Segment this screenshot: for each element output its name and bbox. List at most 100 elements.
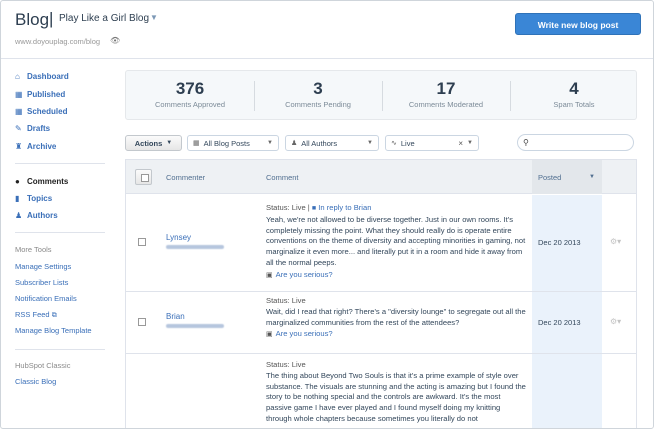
comment-status-line: Status: Live | ■ In reply to Brian (266, 203, 528, 215)
comments-table: Commenter Comment Posted ▼ Lynsey Status… (125, 159, 637, 428)
title-separator: | (49, 9, 54, 28)
comment-post-line: ▣ Are you serious? (266, 270, 528, 282)
sidebar-item-label: Comments (27, 176, 69, 186)
row-divider (126, 291, 636, 292)
clear-icon[interactable]: × (458, 139, 463, 148)
commenter-email-blurred (166, 245, 224, 249)
search-input[interactable] (532, 139, 623, 146)
comment-stats-panel: 376 Comments Approved 3 Comments Pending… (125, 70, 637, 120)
row-checkbox[interactable] (138, 318, 146, 326)
chevron-down-icon: ▼ (467, 140, 473, 146)
chevron-down-icon: ▼ (166, 140, 173, 146)
sidebar-item-label: Published (27, 89, 66, 99)
external-link-icon: ⧉ (51, 312, 57, 319)
hubspot-classic-heading: HubSpot Classic (15, 361, 71, 370)
write-new-post-button[interactable]: Write new blog post (515, 13, 641, 35)
status-filter[interactable]: ∿ Live × ▼ (385, 135, 479, 151)
sidebar-item-drafts[interactable]: ✎ Drafts (15, 121, 50, 135)
comment-body: Status: Live | ■ In reply to Brian Yeah,… (266, 203, 528, 282)
sidebar-item-label: Dashboard (27, 71, 69, 81)
sidebar-item-comments[interactable]: ● Comments (15, 174, 68, 188)
comment-body: Status: Live Wait, did I read that right… (266, 296, 528, 341)
sort-down-icon[interactable]: ▼ (589, 174, 595, 180)
stat-moderated: 17 Comments Moderated (382, 71, 510, 121)
home-icon: ⌂ (15, 71, 20, 81)
post-link[interactable]: Are you serious? (276, 270, 333, 279)
classic-blog-link[interactable]: Classic Blog (15, 377, 56, 386)
comment-text: The thing about Beyond Two Souls is that… (266, 370, 526, 423)
stat-value: 3 (313, 79, 323, 98)
comment-icon: ■ (311, 205, 317, 212)
sidebar-item-published[interactable]: ▦ Published (15, 87, 65, 101)
search-box[interactable]: ⚲ (517, 134, 634, 151)
stat-label: Comments Pending (285, 100, 351, 109)
gear-icon[interactable]: ⚙▾ (610, 317, 621, 326)
comment-body: Status: Live The thing about Beyond Two … (266, 360, 528, 425)
blog-url[interactable]: www.doyouplag.com/blog (15, 37, 100, 46)
in-reply-to-link[interactable]: In reply to Brian (318, 203, 371, 212)
preview-eye-icon[interactable]: 👁 (110, 36, 120, 45)
row-checkbox[interactable] (138, 238, 146, 246)
chevron-down-icon: ▼ (267, 140, 273, 146)
posted-date: Dec 20 2013 (538, 318, 581, 327)
sidebar-item-scheduled[interactable]: ▦ Scheduled (15, 104, 67, 118)
actions-dropdown[interactable]: Actions ▼ (125, 135, 182, 151)
blog-selector[interactable]: Play Like a Girl Blog (59, 13, 149, 24)
sidebar-divider (15, 232, 105, 233)
rss-feed-label: RSS Feed (15, 310, 50, 319)
sidebar-item-label: Drafts (27, 123, 51, 133)
blog-comments-window: Blog | Play Like a Girl Blog ▼ www.doyou… (0, 0, 654, 429)
sidebar-item-topics[interactable]: ▮ Topics (15, 191, 52, 205)
person-icon: ♟ (15, 210, 23, 220)
posted-column-header[interactable]: Posted (538, 173, 561, 182)
manage-settings-link[interactable]: Manage Settings (15, 262, 71, 271)
authors-filter-label: All Authors (301, 138, 338, 148)
comment-status: Status: Live (266, 296, 306, 305)
manage-blog-template-link[interactable]: Manage Blog Template (15, 326, 92, 335)
subscriber-lists-link[interactable]: Subscriber Lists (15, 278, 68, 287)
stat-spam: 4 Spam Totals (510, 71, 638, 121)
sidebar-divider (15, 349, 105, 350)
comment-icon: ● (15, 176, 20, 186)
bookmark-icon: ▮ (15, 193, 20, 203)
comment-status: Status: Live (266, 360, 306, 369)
select-all-checkbox[interactable] (135, 169, 152, 185)
commenter-name[interactable]: Lynsey (166, 233, 191, 242)
pencil-icon: ✎ (15, 123, 22, 133)
posted-date: Dec 20 2013 (538, 238, 581, 247)
status-filter-label: Live (400, 138, 415, 148)
post-link[interactable]: Are you serious? (276, 329, 333, 338)
notification-emails-link[interactable]: Notification Emails (15, 294, 77, 303)
actions-label: Actions (134, 138, 163, 148)
blog-posts-filter-label: All Blog Posts (203, 138, 250, 148)
commenter-column-header[interactable]: Commenter (166, 173, 205, 182)
sidebar-item-dashboard[interactable]: ⌂ Dashboard (15, 69, 69, 83)
comment-column-header[interactable]: Comment (266, 173, 299, 182)
stat-approved: 376 Comments Approved (126, 71, 254, 121)
chevron-down-icon[interactable]: ▼ (150, 13, 158, 22)
sidebar-item-label: Topics (27, 193, 53, 203)
more-tools-heading: More Tools (15, 245, 52, 254)
stat-value: 17 (436, 79, 456, 98)
blog-posts-filter[interactable]: ▦ All Blog Posts ▼ (187, 135, 279, 151)
stat-value: 376 (175, 79, 205, 98)
post-icon: ▣ (266, 331, 273, 339)
commenter-name[interactable]: Brian (166, 312, 185, 321)
table-header: Commenter Comment Posted ▼ (126, 160, 636, 194)
comment-text: Wait, did I read that right? There's a "… (266, 306, 526, 327)
comment-text: Yeah, we're not allowed to be diverse to… (266, 214, 526, 267)
stat-label: Comments Moderated (408, 100, 484, 109)
search-icon: ⚲ (523, 138, 529, 147)
comment-status: Status: Live | (266, 203, 310, 212)
authors-filter[interactable]: ♟ All Authors ▼ (285, 135, 379, 151)
pulse-icon: ∿ (391, 140, 397, 147)
sidebar-divider (15, 163, 105, 164)
sidebar-item-authors[interactable]: ♟ Authors (15, 208, 58, 222)
gear-icon[interactable]: ⚙▾ (610, 237, 621, 246)
post-icon: ▣ (266, 271, 273, 279)
sidebar-item-archive[interactable]: ♜ Archive (15, 139, 56, 153)
comment-post-line: ▣ Are you serious? (266, 329, 528, 341)
stat-pending: 3 Comments Pending (254, 71, 382, 121)
stat-value: 4 (569, 79, 579, 98)
rss-feed-link[interactable]: RSS Feed ⧉ (15, 310, 57, 320)
